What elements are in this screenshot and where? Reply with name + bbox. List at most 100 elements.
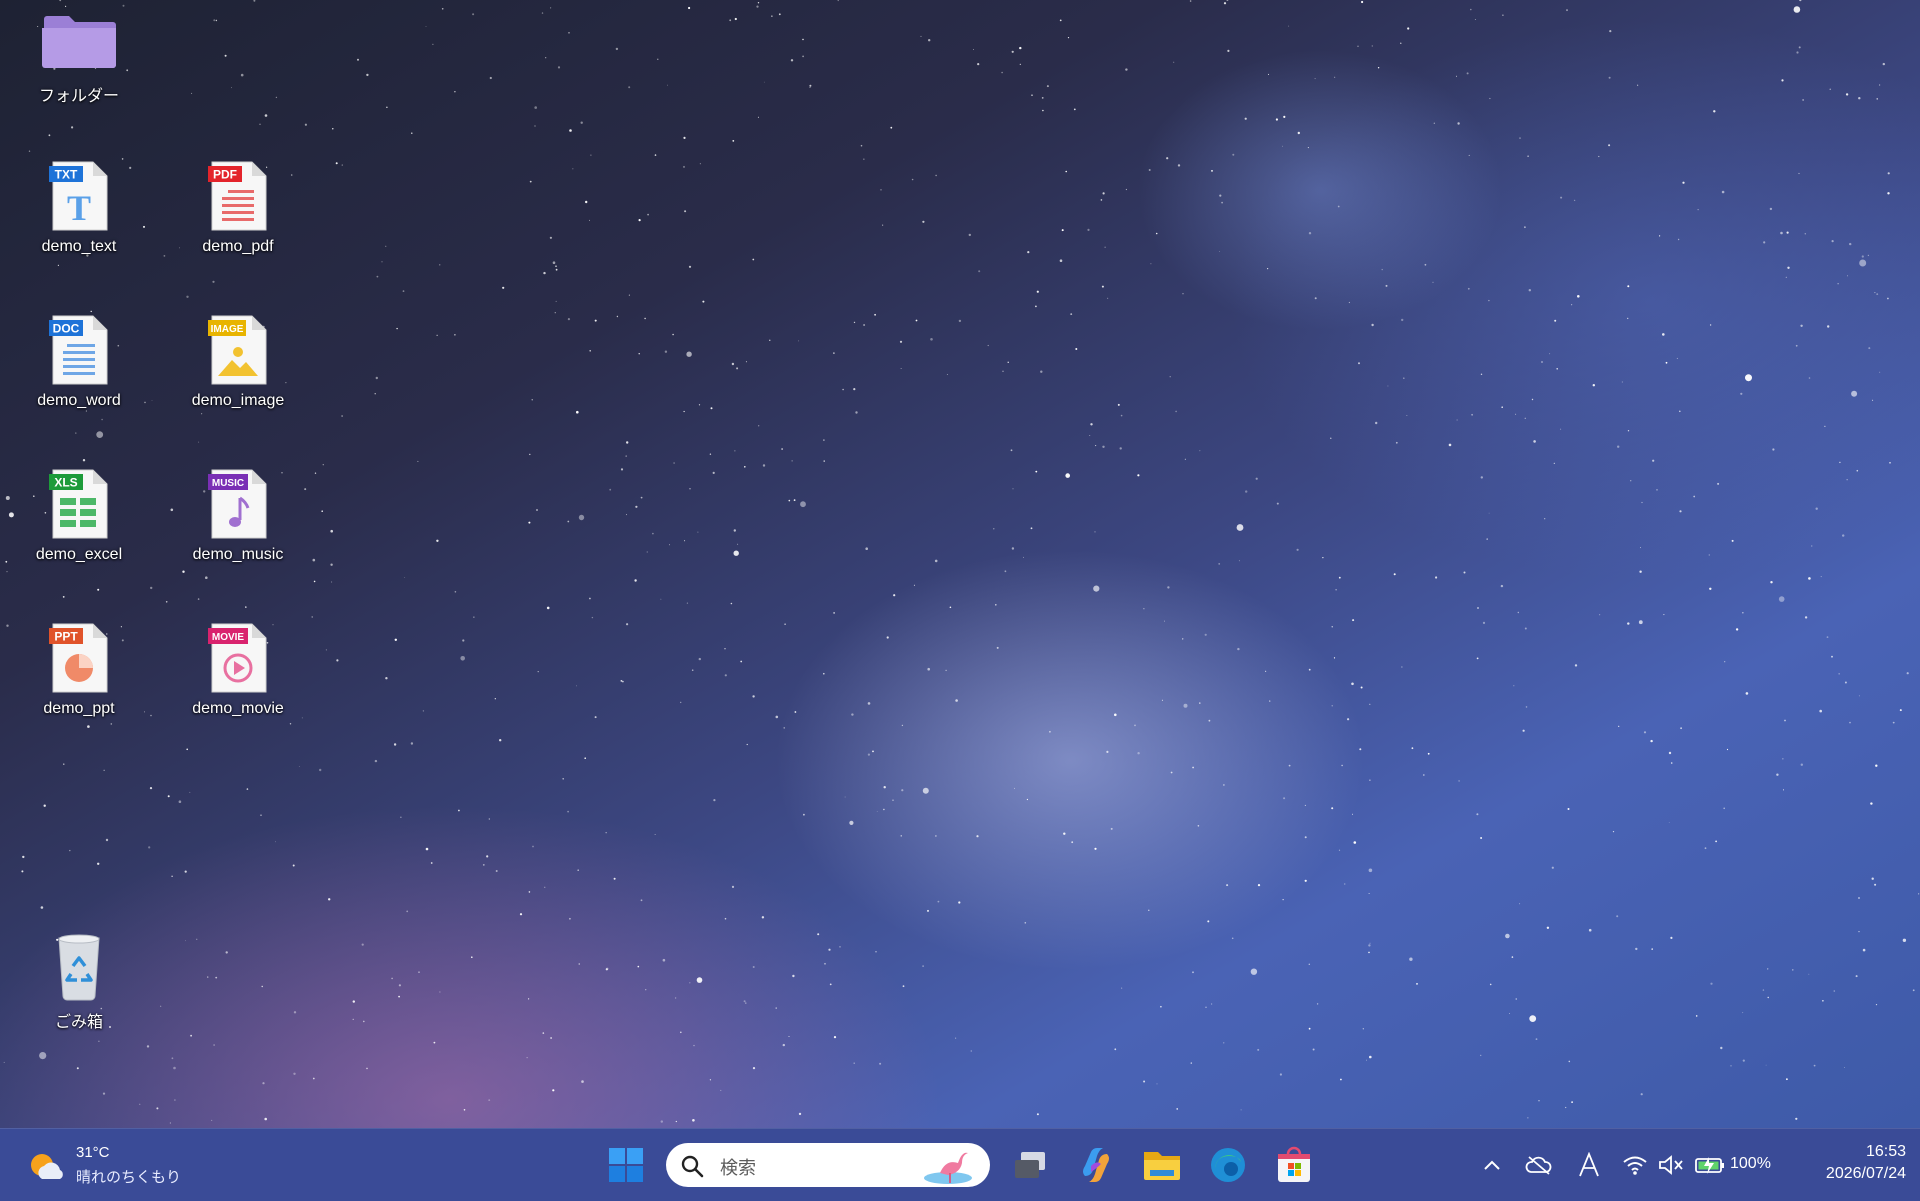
star (98, 1040, 100, 1043)
star (1333, 657, 1336, 659)
star (823, 672, 825, 675)
star (171, 875, 173, 877)
desktop-icon-recycle-bin[interactable]: ごみ箱 (16, 930, 142, 1032)
start-button[interactable] (602, 1141, 650, 1189)
star (1846, 479, 1848, 481)
star (528, 891, 531, 893)
star (890, 126, 893, 129)
microsoft-store-button[interactable] (1270, 1141, 1318, 1189)
star (1551, 866, 1554, 869)
star (1406, 415, 1408, 416)
star (1735, 628, 1739, 631)
task-view-button[interactable] (1006, 1141, 1054, 1189)
star (1041, 97, 1044, 99)
desktop-icon-demo-image[interactable]: IMAGE demo_image (175, 314, 301, 410)
desktop-icon-demo-text[interactable]: TXT T demo_text (16, 160, 142, 256)
clock[interactable]: 16:53 2026/07/24 (1790, 1141, 1906, 1185)
star (922, 787, 929, 794)
star (995, 604, 997, 606)
star (1811, 545, 1813, 547)
star (1121, 987, 1123, 989)
star (144, 711, 145, 713)
desktop-icon-demo-movie[interactable]: MOVIE demo_movie (175, 622, 301, 718)
star (1137, 474, 1140, 477)
star (867, 702, 871, 705)
star (1335, 589, 1337, 591)
star (213, 1044, 215, 1046)
network-button[interactable] (1620, 1151, 1650, 1179)
edge-browser-button[interactable] (1204, 1141, 1252, 1189)
star (264, 114, 268, 117)
star (1470, 8, 1472, 11)
star (264, 1117, 268, 1121)
star (1887, 297, 1889, 300)
star (698, 404, 701, 406)
copilot-button[interactable] (1072, 1141, 1120, 1189)
onedrive-button[interactable] (1524, 1151, 1554, 1179)
star (761, 916, 765, 919)
desktop-icon-demo-ppt[interactable]: PPT demo_ppt (16, 622, 142, 718)
volume-button[interactable] (1656, 1151, 1686, 1179)
star (1433, 122, 1435, 124)
star (1574, 664, 1578, 667)
star (913, 584, 915, 586)
desktop-icon-folder[interactable]: フォルダー (16, 8, 142, 106)
star (1114, 1048, 1117, 1051)
star (637, 965, 640, 968)
star (1218, 563, 1221, 565)
star (1798, 172, 1800, 175)
excel-file-icon: XLS (47, 468, 111, 540)
star (122, 4, 125, 7)
star (253, 0, 256, 2)
star (71, 126, 74, 129)
desktop-icon-demo-excel[interactable]: XLS demo_excel (16, 468, 142, 564)
star (577, 869, 579, 871)
star (743, 1000, 746, 1003)
star (366, 1067, 368, 1070)
star (1143, 1080, 1146, 1083)
star (652, 532, 654, 535)
star (581, 1080, 584, 1083)
star (1875, 764, 1878, 767)
star (171, 1057, 174, 1060)
file-explorer-button[interactable] (1138, 1141, 1186, 1189)
star (654, 834, 656, 835)
star (1411, 747, 1414, 750)
star (486, 855, 489, 858)
desktop-icon-demo-music[interactable]: MUSIC demo_music (175, 468, 301, 564)
show-hidden-icons-button[interactable] (1480, 1151, 1504, 1179)
star (1868, 347, 1871, 350)
star (103, 769, 105, 771)
star (1717, 482, 1720, 485)
star (683, 165, 685, 168)
star (1360, 686, 1363, 689)
star (1268, 73, 1269, 75)
desktop-icon-demo-pdf[interactable]: PDF demo_pdf (175, 160, 301, 256)
star (1839, 461, 1841, 464)
ime-mode-button[interactable] (1574, 1151, 1604, 1179)
star (536, 509, 538, 511)
star (662, 958, 666, 962)
star (863, 324, 866, 326)
search-box[interactable]: 検索 (666, 1143, 990, 1187)
star (1199, 450, 1201, 452)
star (1867, 254, 1870, 257)
star (876, 811, 878, 812)
star (1395, 441, 1398, 444)
star (289, 723, 292, 725)
star (275, 96, 278, 99)
star (1651, 948, 1653, 950)
star (1500, 584, 1504, 588)
star (62, 596, 65, 598)
star (1650, 739, 1653, 743)
star (1061, 229, 1064, 232)
desktop-icon-demo-word[interactable]: DOC demo_word (16, 314, 142, 410)
star (439, 264, 441, 266)
star (720, 1089, 722, 1091)
battery-button[interactable] (1694, 1151, 1726, 1179)
star (482, 864, 485, 866)
star (1125, 68, 1128, 71)
star (899, 340, 903, 343)
star (731, 885, 735, 889)
star (1876, 98, 1878, 100)
